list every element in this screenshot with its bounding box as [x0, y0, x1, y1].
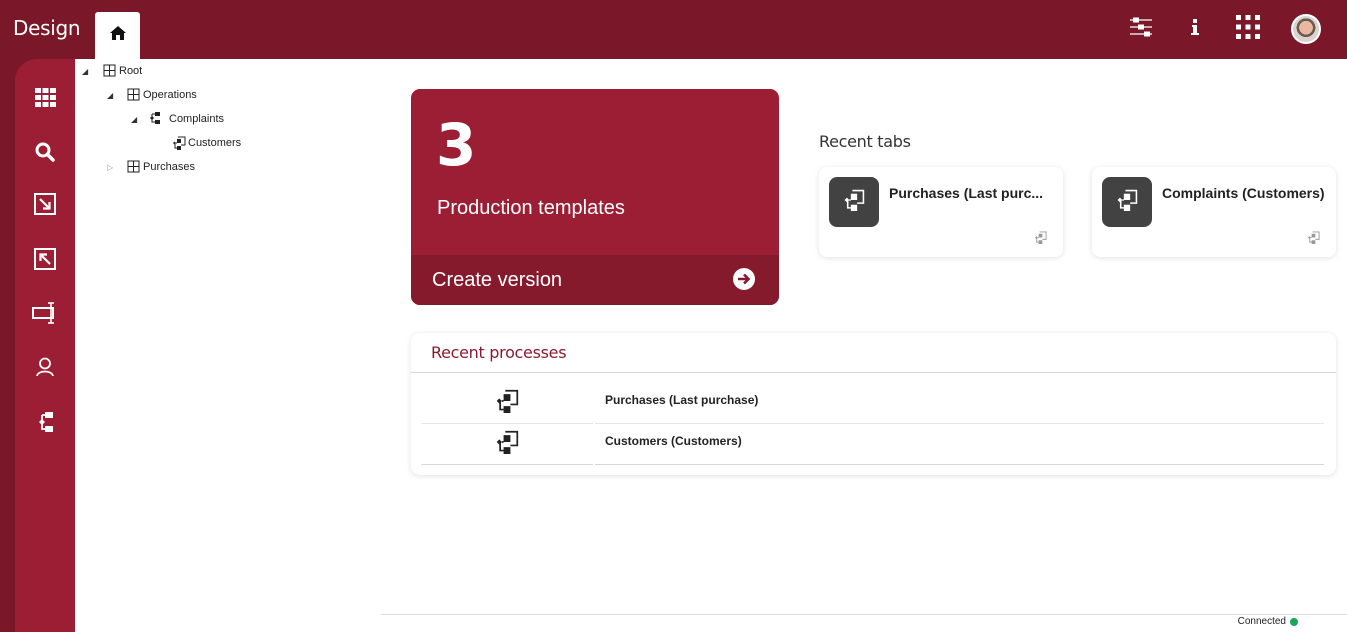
process-icon-cell [421, 424, 593, 465]
recent-process-row[interactable]: Purchases (Last purchase) [421, 383, 1324, 424]
sidebar-item-search[interactable] [30, 139, 60, 169]
recent-tab-card[interactable]: Complaints (Customers) [1092, 167, 1336, 257]
process-icon [1116, 189, 1138, 216]
connection-status-label: Connected [1237, 616, 1286, 627]
sidebar [15, 59, 75, 632]
home-icon [109, 25, 127, 46]
export-arrow-icon [34, 247, 56, 275]
production-templates-card[interactable]: 3 Production templates Create version [411, 89, 779, 305]
tree-node-label[interactable]: Customers [188, 137, 241, 149]
top-bar: Design [0, 0, 1347, 59]
status-bar-divider [381, 614, 1347, 615]
process-icon [495, 389, 519, 418]
production-templates-label: Production templates [437, 197, 625, 219]
connection-status: Connected [1238, 616, 1298, 627]
tree-node-label[interactable]: Root [119, 65, 142, 77]
user-icon [35, 357, 55, 382]
sliders-icon [1129, 17, 1153, 42]
folder-grid-icon [127, 160, 141, 174]
expanded-toggle-icon[interactable]: ◢ [131, 115, 141, 124]
tree-node-operations[interactable]: ◢ Operations [107, 86, 197, 104]
hierarchy-icon [36, 411, 54, 438]
sidebar-item-import[interactable] [30, 191, 60, 221]
process-tile [1102, 177, 1152, 227]
recent-tab-card[interactable]: Purchases (Last purc... [819, 167, 1063, 257]
grid-icon [34, 88, 56, 112]
status-dot-icon [1290, 617, 1298, 626]
folder-grid-icon [127, 88, 141, 102]
sidebar-item-field-editor[interactable] [30, 300, 60, 330]
recent-processes-panel: Recent processes Purchases (Last purchas… [411, 333, 1336, 475]
divider [411, 372, 1336, 373]
recent-tab-title: Purchases (Last purc... [889, 185, 1044, 201]
process-type-icon [1034, 231, 1047, 249]
avatar-photo [1293, 16, 1319, 42]
process-tile [829, 177, 879, 227]
process-icon [843, 189, 865, 216]
production-templates-count: 3 [436, 111, 477, 179]
tree-node-label[interactable]: Purchases [143, 161, 195, 173]
sidebar-item-process-tree[interactable] [30, 409, 60, 439]
recent-tabs-heading: Recent tabs [819, 132, 911, 151]
process-type-icon [1307, 231, 1320, 249]
sidebar-item-dashboard[interactable] [30, 85, 60, 115]
import-arrow-icon [34, 192, 56, 220]
process-icon [172, 136, 186, 150]
arrow-right-circle-icon [733, 268, 755, 290]
recent-tab-title: Complaints (Customers) [1162, 185, 1325, 201]
tree-node-complaints[interactable]: ◢ Complaints [131, 110, 224, 128]
process-name[interactable]: Customers (Customers) [595, 424, 1324, 465]
sidebar-item-export[interactable] [30, 246, 60, 276]
info-button[interactable] [1180, 14, 1210, 44]
info-icon [1190, 18, 1200, 41]
process-icon [495, 430, 519, 459]
process-icon-cell [421, 383, 593, 424]
text-field-icon [32, 301, 58, 330]
tree-node-root[interactable]: ◢ Root [82, 62, 142, 80]
home-tab[interactable] [95, 12, 140, 59]
hierarchy-icon [149, 112, 163, 126]
search-icon [35, 142, 55, 167]
expanded-toggle-icon[interactable]: ◢ [107, 91, 117, 100]
create-version-label: Create version [432, 269, 563, 291]
expanded-toggle-icon[interactable]: ◢ [82, 67, 92, 76]
recent-process-row[interactable]: Customers (Customers) [421, 424, 1324, 465]
create-version-button[interactable]: Create version [411, 255, 779, 305]
folder-grid-icon [103, 64, 117, 78]
settings-sliders-button[interactable] [1126, 14, 1156, 44]
process-name[interactable]: Purchases (Last purchase) [595, 383, 1324, 424]
recent-processes-heading: Recent processes [431, 343, 567, 362]
user-avatar[interactable] [1291, 14, 1321, 44]
sidebar-item-users[interactable] [30, 354, 60, 384]
tree-node-label[interactable]: Operations [143, 89, 197, 101]
tree-node-customers[interactable]: Customers [172, 134, 241, 152]
tree-node-label[interactable]: Complaints [169, 113, 224, 125]
tree-node-purchases[interactable]: ▷ Purchases [107, 158, 195, 176]
app-title: Design [13, 16, 81, 40]
collapsed-toggle-icon[interactable]: ▷ [107, 163, 117, 172]
apps-grid-icon [1236, 14, 1260, 44]
apps-button[interactable] [1233, 14, 1263, 44]
